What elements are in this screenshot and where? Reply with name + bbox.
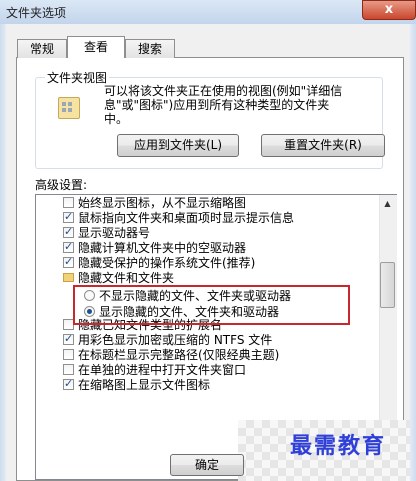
setting-hide-empty-drives[interactable]: 隐藏计算机文件夹中的空驱动器 xyxy=(63,240,247,255)
scroll-up-icon[interactable]: ▲ xyxy=(381,197,394,211)
checkbox[interactable] xyxy=(63,225,74,238)
checkbox[interactable] xyxy=(63,364,74,375)
window-title: 文件夹选项 xyxy=(6,6,67,20)
setting-label: 在标题栏显示完整路径(仅限经典主题) xyxy=(78,348,280,362)
checkbox[interactable] xyxy=(63,332,74,345)
checkbox[interactable] xyxy=(63,349,74,360)
close-button[interactable]: x xyxy=(362,0,416,20)
setting-separate-process[interactable]: 在单独的进程中打开文件夹窗口 xyxy=(63,364,246,377)
setting-label: 始终显示图标，从不显示缩略图 xyxy=(78,196,247,210)
setting-show-drive-letters[interactable]: 显示驱动器号 xyxy=(63,225,151,240)
folder-icon xyxy=(63,273,74,282)
tab-general[interactable]: 常规 xyxy=(17,39,67,58)
checkbox[interactable] xyxy=(63,377,74,390)
setting-label: 隐藏计算机文件夹中的空驱动器 xyxy=(78,241,247,255)
window-frame-right xyxy=(410,24,416,481)
description-line: 息"或"图标")应用到所有这种类型的文件夹 xyxy=(104,98,330,112)
setting-label: 隐藏文件和文件夹 xyxy=(78,271,175,285)
highlight-annotation-box xyxy=(73,285,350,325)
advanced-settings-label: 高级设置: xyxy=(35,178,88,192)
setting-label: 用彩色显示加密或压缩的 NTFS 文件 xyxy=(78,333,273,347)
folder-views-label: 文件夹视图 xyxy=(45,69,110,86)
setting-label: 鼠标指向文件夹和桌面项时显示提示信息 xyxy=(78,211,295,225)
setting-label: 隐藏受保护的操作系统文件(推荐) xyxy=(78,256,256,270)
folder-view-icon xyxy=(58,97,80,119)
setting-full-path-titlebar[interactable]: 在标题栏显示完整路径(仅限经典主题) xyxy=(63,349,279,362)
setting-hidden-files-folder: 隐藏文件和文件夹 xyxy=(63,272,174,285)
description-line: 可以将该文件夹正在使用的视图(例如"详细信 xyxy=(104,84,343,98)
tab-search[interactable]: 搜索 xyxy=(125,39,175,58)
setting-label: 显示驱动器号 xyxy=(78,226,151,240)
setting-hide-protected-os-files[interactable]: 隐藏受保护的操作系统文件(推荐) xyxy=(63,255,256,270)
setting-show-popup-info[interactable]: 鼠标指向文件夹和桌面项时显示提示信息 xyxy=(63,210,295,225)
checkbox[interactable] xyxy=(63,240,74,253)
scrollbar-thumb[interactable] xyxy=(380,262,395,308)
folder-views-description: 可以将该文件夹正在使用的视图(例如"详细信 息"或"图标")应用到所有这种类型的… xyxy=(104,84,382,126)
description-line: 中。 xyxy=(104,112,129,126)
setting-always-show-icons[interactable]: 始终显示图标，从不显示缩略图 xyxy=(63,197,246,210)
setting-label: 在单独的进程中打开文件夹窗口 xyxy=(78,363,247,377)
checkbox[interactable] xyxy=(63,255,74,268)
ok-button[interactable]: 确定 xyxy=(170,454,244,476)
reset-folders-button[interactable]: 重置文件夹(R) xyxy=(261,134,385,157)
window-frame-left xyxy=(0,24,6,481)
setting-color-ntfs[interactable]: 用彩色显示加密或压缩的 NTFS 文件 xyxy=(63,332,273,347)
checkbox[interactable] xyxy=(63,210,74,223)
checkbox[interactable] xyxy=(63,197,74,208)
setting-label: 在缩略图上显示文件图标 xyxy=(78,378,211,392)
setting-thumbnail-file-icons[interactable]: 在缩略图上显示文件图标 xyxy=(63,377,211,392)
watermark-logo-text: 最需教育 xyxy=(290,433,387,459)
tab-view[interactable]: 查看 xyxy=(67,36,125,58)
apply-to-folders-button[interactable]: 应用到文件夹(L) xyxy=(117,134,239,157)
